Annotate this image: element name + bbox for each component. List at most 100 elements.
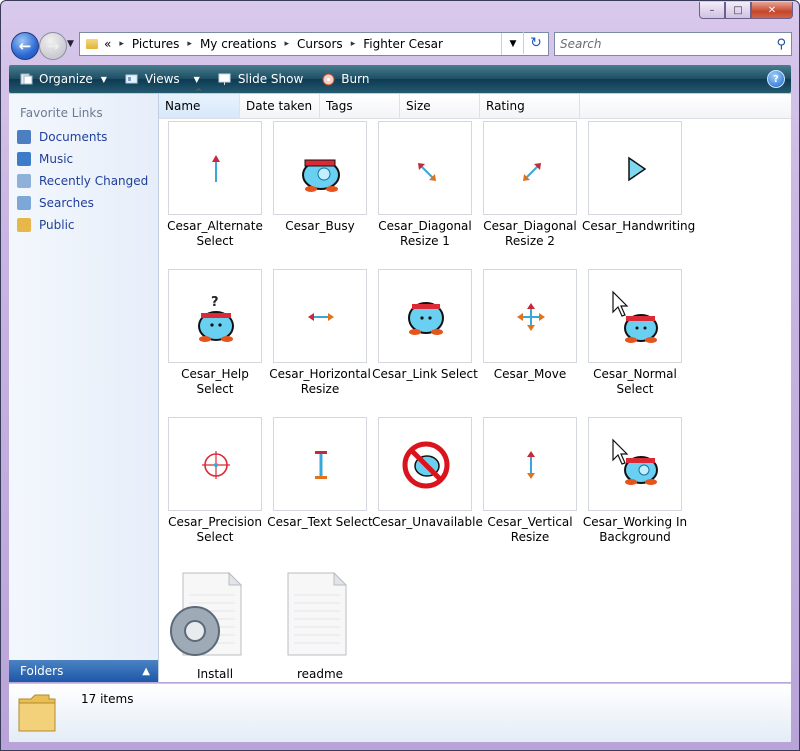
- chevron-down-icon: ▼: [100, 74, 107, 84]
- sidebar-item-public[interactable]: Public: [9, 214, 158, 236]
- text-document-icon: [270, 571, 370, 665]
- details-pane: 17 items: [9, 683, 791, 742]
- breadcrumb-separator-icon[interactable]: ▸: [284, 39, 289, 49]
- forward-arrow-icon: →: [46, 37, 60, 55]
- favorite-links-heading: Favorite Links: [20, 106, 103, 120]
- file-item[interactable]: Cesar_Vertical Resize: [477, 417, 583, 545]
- chevron-up-icon: ▲: [142, 665, 150, 677]
- minimize-button[interactable]: –: [699, 2, 725, 19]
- command-bar: Organize ▼ Views ▼ Slide Show Burn ?: [9, 65, 791, 93]
- unavailable-cursor-icon: [378, 417, 472, 511]
- file-name: Cesar_Precision Select: [168, 515, 262, 544]
- file-item[interactable]: Cesar_Diagonal Resize 1: [372, 121, 478, 249]
- column-header-name[interactable]: Name: [159, 88, 240, 118]
- explorer-window: – □ ✕ ← → ▼ « ▸ Pictures ▸ My creations …: [0, 0, 800, 751]
- file-item[interactable]: ? Cesar_Help Select: [162, 269, 268, 397]
- link-select-cursor-icon: [378, 269, 472, 363]
- breadcrumb-pictures[interactable]: Pictures: [132, 37, 180, 51]
- alternate-select-cursor-icon: [168, 121, 262, 215]
- working-in-background-cursor-icon: [588, 417, 682, 511]
- folder-icon: [17, 691, 57, 733]
- handwriting-cursor-icon: [588, 121, 682, 215]
- file-item[interactable]: readme: [267, 571, 373, 682]
- file-item[interactable]: Cesar_Normal Select: [582, 269, 688, 397]
- file-name: Cesar_Diagonal Resize 1: [378, 219, 472, 248]
- vertical-resize-cursor-icon: [483, 417, 577, 511]
- sidebar-item-documents[interactable]: Documents: [9, 126, 158, 148]
- public-folder-icon: [17, 218, 31, 232]
- busy-cursor-icon: [273, 121, 367, 215]
- column-header-date-taken[interactable]: Date taken: [240, 94, 320, 118]
- file-name: Cesar_Help Select: [181, 367, 249, 396]
- column-header-size[interactable]: Size: [400, 94, 480, 118]
- file-item[interactable]: Cesar_Busy: [267, 121, 373, 234]
- file-item[interactable]: Cesar_Alternate Select: [162, 121, 268, 249]
- caption-buttons: – □ ✕: [699, 2, 793, 19]
- recent-pages-dropdown[interactable]: ▼: [67, 39, 74, 49]
- address-dropdown-icon[interactable]: ▼: [501, 33, 524, 55]
- file-item[interactable]: Cesar_Precision Select: [162, 417, 268, 545]
- sidebar-item-recently-changed[interactable]: Recently Changed: [9, 170, 158, 192]
- breadcrumb-separator-icon[interactable]: ▸: [351, 39, 356, 49]
- slide-show-icon: [218, 73, 232, 85]
- horizontal-resize-cursor-icon: [273, 269, 367, 363]
- file-name: Cesar_Move: [493, 367, 567, 381]
- chevron-down-icon: ▼: [193, 74, 200, 84]
- file-name: Cesar_Busy: [285, 219, 355, 233]
- file-item[interactable]: Cesar_Link Select: [372, 269, 478, 382]
- recently-changed-icon: [17, 174, 31, 188]
- sidebar-item-searches[interactable]: Searches: [9, 192, 158, 214]
- file-item[interactable]: Cesar_Diagonal Resize 2: [477, 121, 583, 249]
- file-item[interactable]: Cesar_Move: [477, 269, 583, 382]
- documents-icon: [17, 130, 31, 144]
- column-header-tags[interactable]: Tags: [320, 94, 400, 118]
- views-icon: [125, 73, 139, 85]
- sidebar-item-music[interactable]: Music: [9, 148, 158, 170]
- file-list: Name Date taken Tags Size Rating Cesar_A…: [159, 88, 791, 682]
- slide-show-button[interactable]: Slide Show: [218, 72, 303, 86]
- file-item[interactable]: Cesar_Working In Background: [582, 417, 688, 545]
- breadcrumb-fighter-cesar[interactable]: Fighter Cesar: [363, 37, 443, 51]
- file-name: Cesar_Unavailable: [372, 515, 483, 529]
- file-item[interactable]: Cesar_Text Select: [267, 417, 373, 530]
- diagonal-resize-2-cursor-icon: [483, 121, 577, 215]
- organize-icon: [19, 73, 33, 85]
- file-name: readme: [296, 667, 344, 681]
- breadcrumb-my-creations[interactable]: My creations: [200, 37, 277, 51]
- organize-label: Organize: [39, 72, 93, 86]
- breadcrumb-cursors[interactable]: Cursors: [297, 37, 343, 51]
- search-icon[interactable]: ⚲: [776, 37, 786, 52]
- back-button[interactable]: ←: [11, 32, 39, 60]
- file-name: Cesar_Diagonal Resize 2: [483, 219, 577, 248]
- file-item[interactable]: Cesar_Handwriting: [582, 121, 695, 234]
- file-name: Install: [196, 667, 234, 681]
- refresh-button[interactable]: ↻: [523, 32, 548, 54]
- maximize-button[interactable]: □: [725, 2, 751, 19]
- help-icon: ?: [773, 73, 779, 85]
- organize-button[interactable]: Organize ▼: [19, 72, 107, 86]
- forward-button[interactable]: →: [39, 32, 67, 60]
- search-input[interactable]: Search ⚲: [554, 32, 792, 56]
- navigation-bar: ← → ▼ « ▸ Pictures ▸ My creations ▸ Curs…: [1, 27, 799, 63]
- file-item[interactable]: Cesar_Horizontal Resize: [267, 269, 373, 397]
- file-name: Cesar_Horizontal Resize: [269, 367, 371, 396]
- breadcrumb-separator-icon[interactable]: ▸: [187, 39, 192, 49]
- file-item[interactable]: Install: [162, 571, 268, 682]
- burn-button[interactable]: Burn: [321, 72, 369, 86]
- help-button[interactable]: ?: [767, 70, 785, 88]
- breadcrumb-overflow[interactable]: «: [104, 37, 111, 51]
- views-button[interactable]: Views ▼: [125, 72, 200, 86]
- navigation-pane: Favorite Links Documents Music Recently …: [9, 94, 159, 682]
- column-header-rating[interactable]: Rating: [480, 94, 580, 118]
- svg-text:?: ?: [211, 295, 219, 310]
- install-settings-file-icon: [165, 571, 265, 665]
- normal-select-cursor-icon: [588, 269, 682, 363]
- sidebar-item-label: Searches: [39, 196, 94, 210]
- close-button[interactable]: ✕: [751, 2, 793, 19]
- address-bar[interactable]: « ▸ Pictures ▸ My creations ▸ Cursors ▸ …: [79, 32, 549, 56]
- column-headers: Name Date taken Tags Size Rating: [159, 88, 791, 119]
- file-item[interactable]: Cesar_Unavailable: [372, 417, 483, 530]
- file-name: Cesar_Alternate Select: [167, 219, 263, 248]
- folders-pane-toggle[interactable]: Folders ▲: [9, 660, 158, 682]
- music-icon: [17, 152, 31, 166]
